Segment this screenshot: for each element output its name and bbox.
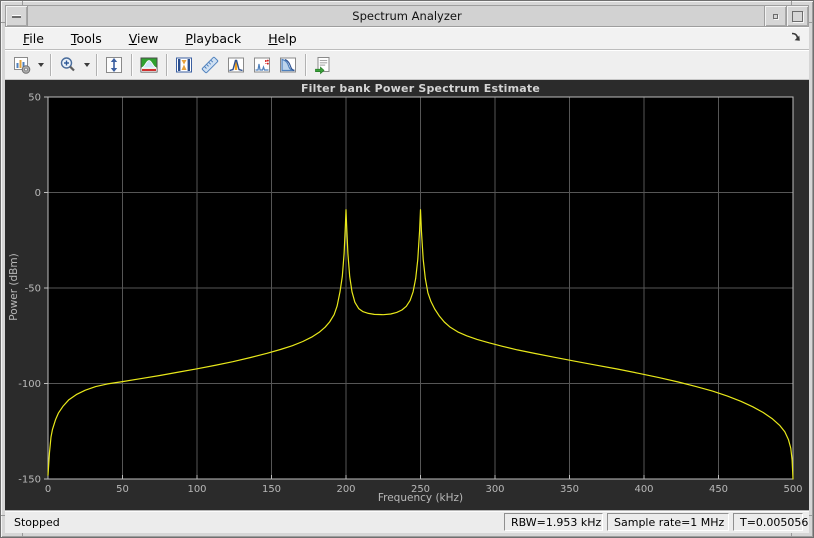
spectrum-options-button[interactable] bbox=[9, 52, 35, 77]
spectrum-analyzer-window: Spectrum Analyzer File Tools View Playback H… bbox=[0, 0, 814, 538]
fit-vertical-axis-icon bbox=[106, 56, 122, 73]
toolbar-separator bbox=[131, 53, 132, 76]
y-tick-label: -50 bbox=[25, 284, 41, 295]
frame-notch bbox=[22, 533, 23, 537]
zoom-dropdown[interactable] bbox=[81, 52, 92, 77]
zoom-button[interactable] bbox=[55, 52, 81, 77]
chart-gear-icon bbox=[14, 56, 31, 74]
toolbar bbox=[5, 50, 809, 80]
spectrum-view-icon bbox=[140, 57, 158, 72]
toolbar-separator bbox=[305, 53, 306, 76]
ruler-icon bbox=[201, 56, 219, 73]
spectral-mask-button[interactable] bbox=[197, 52, 223, 77]
y-tick-label: -150 bbox=[18, 475, 41, 486]
distortion-icon bbox=[254, 57, 270, 72]
toolbar-separator bbox=[96, 53, 97, 76]
generate-script-button[interactable] bbox=[310, 52, 336, 77]
plot-title: Filter bank Power Spectrum Estimate bbox=[300, 82, 541, 95]
y-tick-label: -100 bbox=[18, 379, 41, 390]
menu-file[interactable]: File bbox=[14, 29, 53, 48]
titlebar[interactable]: Spectrum Analyzer bbox=[5, 5, 809, 27]
figure-area: 0 50 100 150 200 250 300 350 400 450 500 50 0 -50 -100… bbox=[5, 80, 809, 510]
ccdf-measurements-button[interactable] bbox=[275, 52, 301, 77]
menu-help[interactable]: Help bbox=[259, 29, 306, 48]
y-tick-label: 0 bbox=[35, 188, 41, 199]
peak-finder-button[interactable] bbox=[223, 52, 249, 77]
y-tick-label: 50 bbox=[28, 93, 41, 104]
distortion-measurements-button[interactable] bbox=[249, 52, 275, 77]
window-title: Spectrum Analyzer bbox=[352, 9, 462, 23]
zoom-in-icon bbox=[60, 56, 75, 71]
statusbar: Stopped RBW=1.953 kHz Sample rate=1 MHz … bbox=[5, 510, 809, 533]
frame-notch bbox=[809, 22, 813, 23]
dock-arrow-icon bbox=[791, 32, 800, 41]
x-axis-label: Frequency (kHz) bbox=[377, 492, 464, 504]
cursor-measurements-button[interactable] bbox=[171, 52, 197, 77]
status-text: Stopped bbox=[14, 515, 60, 529]
frame-notch bbox=[809, 515, 813, 516]
script-document-icon bbox=[315, 56, 330, 74]
menubar: File Tools View Playback Help bbox=[5, 27, 809, 50]
dropdown-caret-icon bbox=[83, 62, 90, 67]
dock-button[interactable] bbox=[789, 30, 803, 44]
time-field: T=0.005056 bbox=[733, 513, 808, 531]
rbw-field: RBW=1.953 kHz bbox=[504, 513, 603, 531]
rolloff-curve-icon bbox=[280, 57, 296, 72]
toolbar-separator bbox=[50, 53, 51, 76]
autoscale-y-button[interactable] bbox=[101, 52, 127, 77]
menu-tools[interactable]: Tools bbox=[62, 29, 111, 48]
menu-view[interactable]: View bbox=[120, 29, 168, 48]
cursors-icon bbox=[176, 57, 192, 72]
frame-notch bbox=[791, 533, 792, 537]
dropdown-caret-icon bbox=[37, 62, 44, 67]
peak-finder-icon bbox=[228, 57, 244, 72]
sample-rate-field: Sample rate=1 MHz bbox=[607, 513, 729, 531]
toolbar-separator bbox=[166, 53, 167, 76]
spectrum-options-dropdown[interactable] bbox=[35, 52, 46, 77]
y-axis-label: Power (dBm) bbox=[8, 253, 20, 321]
menu-playback[interactable]: Playback bbox=[176, 29, 250, 48]
spectrum-view-button[interactable] bbox=[136, 52, 162, 77]
spectrum-plot[interactable]: 0 50 100 150 200 250 300 350 400 450 500500-50-100… bbox=[5, 80, 809, 510]
